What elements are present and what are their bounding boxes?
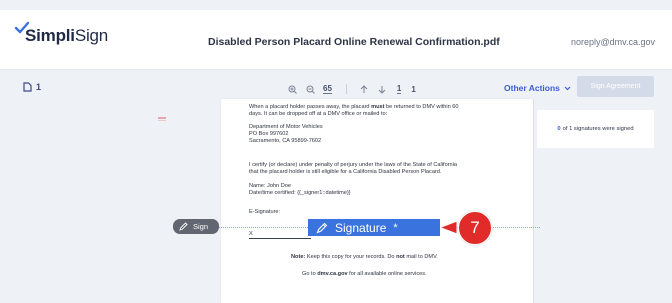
datetime-line: Date/time certified: {{_signer1::datetim… (249, 190, 351, 196)
pen-icon (316, 222, 328, 233)
other-actions-label: Other Actions (504, 83, 560, 93)
previous-page-button[interactable] (355, 83, 373, 95)
simplisign-logo[interactable]: Simpli Sign (14, 21, 109, 46)
logo-check-icon (14, 21, 30, 34)
top-strip (0, 0, 672, 10)
required-marker: * (393, 221, 398, 234)
document-text-line: days. It can be dropped off at a DMV off… (249, 111, 388, 117)
page-count-label: 1 (36, 82, 42, 92)
chevron-down-icon (564, 86, 571, 90)
total-pages: 1 (411, 84, 416, 94)
zoom-out-icon (306, 85, 315, 94)
signed-count: 0 (557, 126, 561, 132)
website-line: Go to dmv.ca.gov for all available onlin… (302, 271, 427, 277)
other-actions-menu[interactable]: Other Actions (504, 83, 571, 93)
toolbar-divider (345, 84, 347, 94)
zoom-in-icon (288, 85, 297, 94)
arrow-up-icon (360, 84, 368, 93)
user-email[interactable]: noreply@dmv.ca.gov (571, 37, 655, 47)
annotation-marker-underline (158, 120, 166, 121)
address-line: Sacramento, CA 95899-7602 (249, 138, 322, 144)
viewer-toolbar: 65 1 1 (283, 83, 416, 95)
signature-field-label: Signature (335, 220, 387, 235)
page-thumbnails-toggle[interactable]: 1 (23, 82, 41, 92)
signature-status-card: 0 of 1 signatures were signed (537, 110, 654, 148)
annotation-marker (158, 117, 166, 119)
signature-line (249, 238, 311, 239)
page-edge (533, 99, 534, 303)
signature-field[interactable]: Signature * (308, 219, 440, 236)
step-callout-badge: 7 (458, 211, 492, 245)
sign-tag-button[interactable]: Sign (173, 219, 219, 234)
esignature-label: E-Signature: (249, 209, 281, 215)
zoom-in-button[interactable] (283, 83, 301, 95)
pen-icon (179, 222, 188, 231)
arrow-down-icon (378, 85, 386, 94)
next-page-button[interactable] (373, 83, 391, 95)
document-title: Disabled Person Placard Online Renewal C… (208, 36, 500, 48)
logo-text-regular: Sign (74, 26, 109, 45)
zoom-level[interactable]: 65 (323, 84, 332, 94)
sign-agreement-button[interactable]: Sign Agreement (577, 76, 654, 97)
callout-arrow-icon (440, 220, 458, 235)
sign-tag-label: Sign (193, 222, 209, 231)
signature-status-text: of 1 signatures were signed (562, 126, 634, 132)
current-page-input[interactable]: 1 (396, 84, 402, 94)
document-icon (23, 82, 32, 92)
note-line: Note: Keep this copy for your records. D… (291, 254, 438, 260)
certification-line: that the placard holder is still eligibl… (249, 169, 442, 175)
zoom-out-button[interactable] (301, 83, 319, 95)
